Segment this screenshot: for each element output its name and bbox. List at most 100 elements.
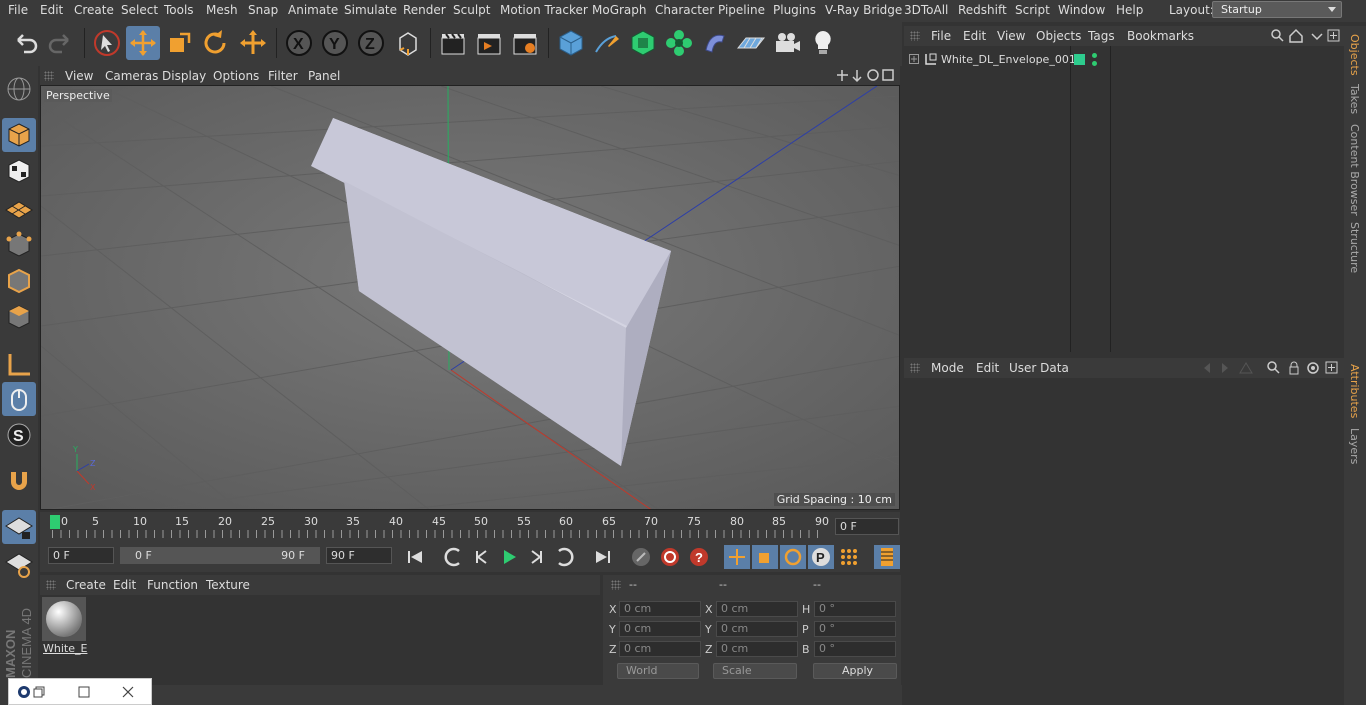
menu-3dtoall[interactable]: 3DToAll [904,3,948,17]
expand-icon[interactable] [909,54,919,64]
material-menu-function[interactable]: Function [147,578,198,592]
viewport-menu-options[interactable]: Options [213,69,259,83]
end-frame-field[interactable]: 90 F [326,547,392,564]
object-menu-tags[interactable]: Tags [1088,29,1115,43]
render-settings-button[interactable] [508,26,542,60]
frame-range-slider[interactable]: 0 F 90 F [120,547,320,564]
attribute-menu-edit[interactable]: Edit [976,361,999,375]
locked-workplane-button[interactable] [2,548,36,582]
menu-simulate[interactable]: Simulate [344,3,397,17]
camera-button[interactable] [770,26,804,60]
polygons-mode-button[interactable] [2,300,36,334]
snap-button[interactable] [2,464,36,498]
next-key-button[interactable] [552,545,578,569]
tab-layers[interactable]: Layers [1348,428,1361,464]
object-menu-bookmarks[interactable]: Bookmarks [1127,29,1194,43]
live-selection-button[interactable] [90,26,124,60]
subdivision-button[interactable] [626,26,660,60]
perspective-viewport[interactable]: Y Z X Perspective Grid Spacing : 10 cm [40,85,900,510]
size-x-field[interactable]: 0 cm [716,601,798,617]
autokeying-button[interactable] [657,545,683,569]
size-y-field[interactable]: 0 cm [716,621,798,637]
menu-edit[interactable]: Edit [40,3,63,17]
menu-vray-bridge[interactable]: V-Ray Bridge [825,3,902,17]
render-view-button[interactable] [436,26,470,60]
menu-window[interactable]: Window [1058,3,1105,17]
x-axis-button[interactable]: X [282,26,316,60]
tab-attributes[interactable]: Attributes [1348,364,1361,418]
coordinate-system-button[interactable] [392,26,426,60]
world-dropdown[interactable]: World [617,663,699,679]
light-button[interactable] [806,26,840,60]
timeline-button[interactable] [874,545,900,569]
restore-icon[interactable] [31,685,45,699]
menu-tools[interactable]: Tools [164,3,194,17]
menu-help[interactable]: Help [1116,3,1143,17]
menu-render[interactable]: Render [403,3,446,17]
attribute-menu-mode[interactable]: Mode [931,361,964,375]
object-menu-view[interactable]: View [997,29,1025,43]
points-mode-button[interactable] [2,228,36,262]
workplane-snap-button[interactable] [2,510,36,544]
solo-button[interactable]: S [2,418,36,452]
key-pla-button[interactable] [836,545,862,569]
key-parameter-button[interactable]: P [808,545,834,569]
menu-character[interactable]: Character [655,3,714,17]
viewport-nav-icons[interactable] [836,68,896,83]
position-y-field[interactable]: 0 cm [619,621,701,637]
previous-frame-button[interactable] [468,545,494,569]
menu-create[interactable]: Create [74,3,114,17]
object-name[interactable]: White_DL_Envelope_001 [941,53,1076,66]
tab-takes[interactable]: Takes [1348,84,1361,114]
object-menu-file[interactable]: File [931,29,951,43]
material-menu-create[interactable]: Create [66,578,106,592]
previous-key-button[interactable] [440,545,466,569]
menu-file[interactable]: File [8,3,28,17]
rotate-button[interactable] [198,26,232,60]
menu-select[interactable]: Select [121,3,158,17]
menu-script[interactable]: Script [1015,3,1050,17]
object-menu-objects[interactable]: Objects [1036,29,1081,43]
object-menu-edit[interactable]: Edit [963,29,986,43]
next-frame-button[interactable] [524,545,550,569]
axis-mode-button[interactable] [2,348,36,382]
make-editable-button[interactable] [2,72,36,106]
render-to-picture-viewer-button[interactable] [472,26,506,60]
texture-mode-button[interactable] [2,154,36,188]
menu-snap[interactable]: Snap [248,3,278,17]
model-mode-button[interactable] [2,118,36,152]
rotation-b-field[interactable]: 0 ° [814,641,896,657]
viewport-menu-view[interactable]: View [65,69,93,83]
key-position-button[interactable] [724,545,750,569]
undo-button[interactable] [8,26,42,60]
menu-animate[interactable]: Animate [288,3,338,17]
timeline-ruler[interactable]: 0 5 10 15 20 25 30 35 40 45 50 55 60 65 … [40,512,900,542]
close-icon[interactable] [121,685,135,699]
display-tag-icon[interactable] [1074,54,1085,65]
pen-spline-button[interactable] [590,26,624,60]
viewport-menu-display[interactable]: Display [162,69,206,83]
layout-select[interactable]: Startup [1212,1,1342,18]
menu-motion-tracker[interactable]: Motion Tracker [500,3,588,17]
menu-mograph[interactable]: MoGraph [592,3,647,17]
key-scale-button[interactable] [752,545,778,569]
keyframe-selection-button[interactable]: ? [686,545,712,569]
play-button[interactable] [496,545,522,569]
rotation-p-field[interactable]: 0 ° [814,621,896,637]
deformer-button[interactable] [698,26,732,60]
render-visibility-dot[interactable] [1092,61,1097,66]
material-swatch[interactable]: White_E [42,597,87,655]
viewport-menu-filter[interactable]: Filter [268,69,298,83]
menu-plugins[interactable]: Plugins [773,3,816,17]
key-rotation-button[interactable] [780,545,806,569]
current-frame-field[interactable]: 0 F [835,518,899,535]
tweak-mode-button[interactable] [2,382,36,416]
array-button[interactable] [662,26,696,60]
rotation-h-field[interactable]: 0 ° [814,601,896,617]
material-menu-texture[interactable]: Texture [206,578,250,592]
size-z-field[interactable]: 0 cm [716,641,798,657]
move-button[interactable] [126,26,160,60]
cube-button[interactable] [554,26,588,60]
apply-button[interactable]: Apply [813,663,897,679]
go-to-start-button[interactable] [402,545,428,569]
